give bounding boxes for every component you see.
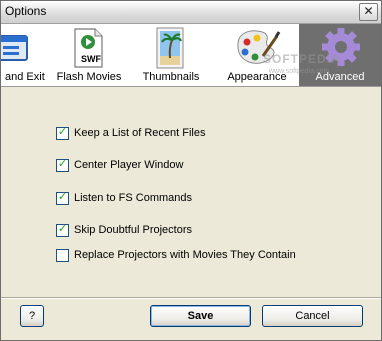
thumbnail-palm-icon [156,27,184,69]
option-center-player-checkbox[interactable]: ✓ [56,157,69,172]
options-window: Options ✕ and Exit SWF Flash Movies Thum… [0,0,382,341]
tab-flash-movies-label: Flash Movies [56,71,122,83]
watermark-text: SOFTPEDIA [263,52,341,66]
title-bar: Options ✕ [1,1,381,24]
watermark-url: www.softpedia.com [269,68,330,75]
advanced-options-panel: ✓ Keep a List of Recent Files ✓ Center P… [1,87,381,297]
checkmark-icon: ✓ [57,222,68,235]
save-exit-icon [1,35,28,61]
checkmark-icon: ✓ [57,157,68,170]
option-recent-files-label: Keep a List of Recent Files [74,127,206,139]
option-skip-doubtful[interactable]: ✓ Skip Doubtful Projectors [56,222,192,238]
tab-thumbnails[interactable]: Thumbnails [133,24,209,86]
tab-save-and-exit-label: and Exit [5,71,45,83]
option-center-player[interactable]: ✓ Center Player Window [56,157,183,173]
option-replace-projectors[interactable]: Replace Projectors with Movies They Cont… [56,247,296,263]
tab-thumbnails-label: Thumbnails [142,71,200,83]
category-toolbar: and Exit SWF Flash Movies Thumbnails App… [1,24,381,87]
option-fs-commands-checkbox[interactable]: ✓ [56,190,69,205]
checkmark-icon: ✓ [57,190,68,203]
help-button[interactable]: ? [20,305,44,327]
save-button[interactable]: Save [150,305,251,327]
option-center-player-label: Center Player Window [74,159,184,171]
option-fs-commands[interactable]: ✓ Listen to FS Commands [56,190,192,206]
option-recent-files-checkbox[interactable]: ✓ [56,125,69,140]
tab-save-and-exit[interactable]: and Exit [1,24,51,86]
window-title: Options [5,4,47,18]
tab-flash-movies[interactable]: SWF Flash Movies [53,24,125,86]
checkmark-icon: ✓ [57,125,68,138]
swf-icon-text: SWF [81,54,101,64]
option-skip-doubtful-checkbox[interactable]: ✓ [56,222,69,237]
option-recent-files[interactable]: ✓ Keep a List of Recent Files [56,125,205,141]
option-skip-doubtful-label: Skip Doubtful Projectors [74,224,192,236]
footer-separator [1,297,381,299]
option-fs-commands-label: Listen to FS Commands [74,192,192,204]
option-replace-projectors-checkbox[interactable] [56,248,69,262]
close-button[interactable]: ✕ [359,3,378,21]
option-replace-projectors-label: Replace Projectors with Movies They Cont… [74,249,296,261]
cancel-button[interactable]: Cancel [262,305,363,327]
